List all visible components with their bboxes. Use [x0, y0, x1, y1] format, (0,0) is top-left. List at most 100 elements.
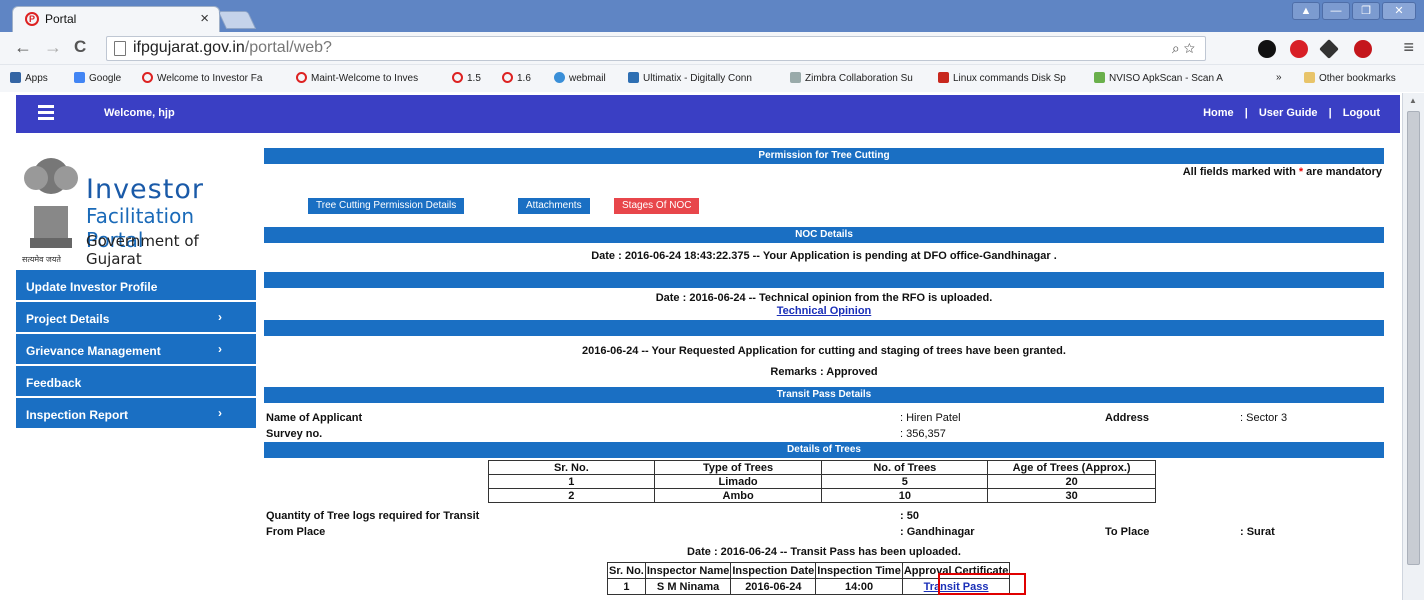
- table-row: 1 Limado 5 20: [488, 474, 1156, 489]
- apps-grid-icon: [10, 72, 21, 83]
- bookmark-webmail[interactable]: webmail: [554, 72, 606, 84]
- transit-status-text: Date : 2016-06-24 -- Transit Pass has be…: [687, 546, 961, 558]
- page-icon: [114, 41, 126, 56]
- main-content: Permission for Tree Cutting All fields m…: [264, 144, 1384, 600]
- sidebar-item-grievance[interactable]: Grievance Management ›: [16, 334, 256, 366]
- browser-tab[interactable]: P Portal ×: [12, 6, 220, 32]
- linux-bookmark-icon: [938, 72, 949, 83]
- mandatory-note: All fields marked with * are mandatory: [1182, 166, 1382, 178]
- survey-value: : 356,357: [900, 428, 946, 440]
- reload-icon[interactable]: C: [74, 37, 86, 57]
- bookmarks-bar: Apps Google Welcome to Investor Fa Maint…: [0, 64, 1424, 92]
- bookmark-maint-welcome[interactable]: Maint-Welcome to Inves: [296, 72, 418, 84]
- logo-title-investor: Investor: [86, 174, 204, 205]
- quantity-label: Quantity of Tree logs required for Trans…: [266, 510, 480, 522]
- tab-attachments[interactable]: Attachments: [518, 198, 590, 214]
- transit-pass-header: Transit Pass Details: [264, 387, 1384, 403]
- technical-opinion-link[interactable]: Technical Opinion: [777, 305, 872, 317]
- tab-permission-details[interactable]: Tree Cutting Permission Details: [308, 198, 465, 214]
- home-link[interactable]: Home: [1203, 107, 1234, 119]
- nviso-icon: [1094, 72, 1105, 83]
- portal-bookmark-icon: [452, 72, 463, 83]
- noc-details-header: NOC Details: [264, 227, 1384, 243]
- scroll-up-icon[interactable]: ▲: [1409, 96, 1417, 105]
- portal-bookmark-icon: [142, 72, 153, 83]
- google-icon: [74, 72, 85, 83]
- survey-label: Survey no.: [266, 428, 323, 440]
- quantity-value: : 50: [900, 510, 919, 522]
- page-title-bar: Permission for Tree Cutting: [264, 148, 1384, 164]
- sidebar-item-project-details[interactable]: Project Details ›: [16, 302, 256, 334]
- to-place-label: To Place: [1105, 526, 1150, 538]
- bookmark-nviso[interactable]: NVISO ApkScan - Scan A: [1094, 72, 1223, 84]
- emblem-icon: [24, 158, 78, 248]
- adblock-icon[interactable]: [1290, 40, 1308, 58]
- bookmark-1-5[interactable]: 1.5: [452, 72, 481, 84]
- browser-toolbar: ← → C ifpgujarat.gov.in/portal/web? ⌕ ☆ …: [0, 32, 1424, 64]
- hamburger-menu-icon[interactable]: [38, 105, 54, 120]
- window-user-button[interactable]: ▲: [1292, 2, 1320, 20]
- new-tab-button[interactable]: [217, 11, 257, 29]
- bookmark-ultimatix[interactable]: Ultimatix - Digitally Conn: [628, 72, 752, 84]
- chevron-right-icon: ›: [218, 342, 222, 356]
- from-place-value: : Gandhinagar: [900, 526, 975, 538]
- address-url: ifpgujarat.gov.in/portal/web?: [133, 39, 332, 56]
- noc-divider-1: [264, 272, 1384, 288]
- portal-bookmark-icon: [296, 72, 307, 83]
- table-header-row: Sr. No. Type of Trees No. of Trees Age o…: [488, 460, 1156, 475]
- sidebar-nav: Update Investor Profile Project Details ›…: [16, 270, 256, 430]
- zoom-star-icon[interactable]: ⌕ ☆: [1172, 40, 1195, 57]
- logout-link[interactable]: Logout: [1343, 107, 1380, 119]
- sidebar-item-feedback[interactable]: Feedback: [16, 366, 256, 398]
- office-extension-icon[interactable]: [1354, 40, 1372, 58]
- noc-status-opinion: Date : 2016-06-24 -- Technical opinion f…: [655, 292, 993, 304]
- tab-title: Portal: [45, 12, 77, 26]
- tab-bar: P Portal × ▲ — ❐ ✕: [0, 0, 1424, 32]
- welcome-text: Welcome, hjp: [104, 107, 175, 119]
- bookmark-welcome-investor[interactable]: Welcome to Investor Fa: [142, 72, 262, 84]
- portal-header-bar: Welcome, hjp Home | User Guide | Logout: [16, 95, 1400, 133]
- back-arrow-icon[interactable]: ←: [14, 37, 32, 58]
- forward-arrow-icon[interactable]: →: [44, 37, 62, 58]
- bookmark-other[interactable]: Other bookmarks: [1304, 72, 1396, 84]
- to-place-value: : Surat: [1240, 526, 1275, 538]
- bookmarks-overflow[interactable]: »: [1276, 72, 1282, 83]
- noc-status-pending: Date : 2016-06-24 18:43:22.375 -- Your A…: [591, 250, 1057, 262]
- window-controls: ▲ — ❐ ✕: [1292, 2, 1416, 22]
- folder-icon: [1304, 72, 1315, 83]
- logo-subtitle: Government of Gujarat: [86, 232, 199, 268]
- bookmark-zimbra[interactable]: Zimbra Collaboration Su: [790, 72, 913, 84]
- bookmark-1-6[interactable]: 1.6: [502, 72, 531, 84]
- zimbra-icon: [790, 72, 801, 83]
- window-minimize-button[interactable]: —: [1322, 2, 1350, 20]
- window-close-button[interactable]: ✕: [1382, 2, 1416, 20]
- window-maximize-button[interactable]: ❐: [1352, 2, 1380, 20]
- emblem-motto: सत्यमेव जयते: [22, 255, 61, 264]
- sidebar-item-update-profile[interactable]: Update Investor Profile: [16, 270, 256, 302]
- tab-close-icon[interactable]: ×: [200, 10, 209, 27]
- remarks-text: Remarks : Approved: [770, 366, 878, 378]
- ultimatix-icon: [628, 72, 639, 83]
- bookmark-apps[interactable]: Apps: [10, 72, 48, 84]
- portal-favicon-icon: P: [25, 12, 39, 26]
- chrome-menu-icon[interactable]: ≡: [1403, 37, 1414, 58]
- webmail-icon: [554, 72, 565, 83]
- sidebar-item-inspection[interactable]: Inspection Report ›: [16, 398, 256, 430]
- portal-bookmark-icon: [502, 72, 513, 83]
- user-guide-link[interactable]: User Guide: [1259, 107, 1318, 119]
- address-bar[interactable]: ifpgujarat.gov.in/portal/web? ⌕ ☆: [106, 36, 1206, 61]
- page-scrollbar[interactable]: ▲: [1402, 93, 1424, 600]
- puzzle-extension-icon[interactable]: [1319, 39, 1339, 59]
- bookmark-linux-commands[interactable]: Linux commands Disk Sp: [938, 72, 1066, 84]
- header-links: Home | User Guide | Logout: [1203, 107, 1380, 119]
- extension-dark-icon[interactable]: [1258, 40, 1276, 58]
- browser-chrome: P Portal × ▲ — ❐ ✕ ← → C ifpgujarat.gov.…: [0, 0, 1424, 92]
- from-place-label: From Place: [266, 526, 326, 538]
- highlight-box: [938, 573, 1026, 595]
- trees-header: Details of Trees: [264, 442, 1384, 458]
- noc-divider-2: [264, 320, 1384, 336]
- tab-stages-of-noc[interactable]: Stages Of NOC: [614, 198, 700, 214]
- bookmark-google[interactable]: Google: [74, 72, 121, 84]
- applicant-label: Name of Applicant: [266, 412, 363, 424]
- scrollbar-thumb[interactable]: [1407, 111, 1420, 565]
